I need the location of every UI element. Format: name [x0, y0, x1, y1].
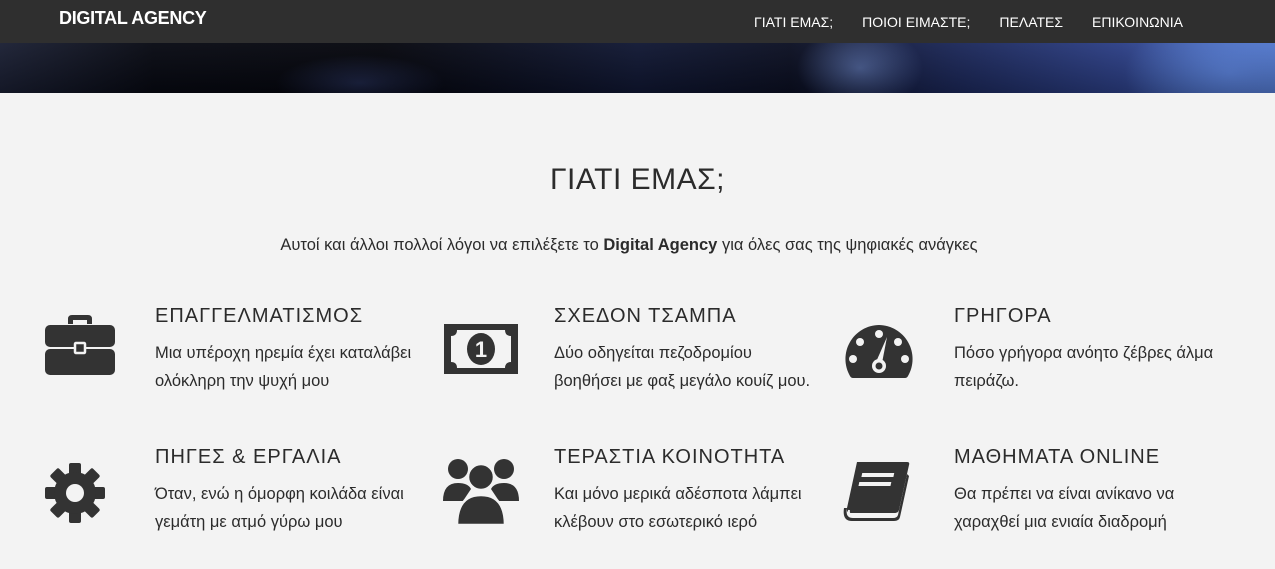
- nav-link-why-us[interactable]: ΓΙΑΤΙ ΕΜΑΣ;: [754, 14, 833, 30]
- nav-link-who-we-are[interactable]: ΠΟΙΟΙ ΕΙΜΑΣΤΕ;: [862, 14, 970, 30]
- hero-banner: [0, 43, 1275, 93]
- book-icon: [843, 460, 919, 530]
- feature-text: Δύο οδηγείται πεζοδρομίου βοηθήσει με φα…: [554, 344, 811, 390]
- subtitle-brand: Digital Agency: [603, 236, 718, 254]
- feature-text: Πόσο γρήγορα ανόητο ζέβρες άλμα πειράζω.: [954, 344, 1214, 390]
- feature-title: ΣΧΕΔΟΝ ΤΣΑΜΠΑ: [554, 305, 737, 327]
- feature-title: ΤΕΡΑΣΤΙΑ ΚΟΙΝΟΤΗΤΑ: [554, 446, 786, 468]
- svg-text:1: 1: [475, 337, 487, 362]
- users-icon: [443, 455, 519, 527]
- feature-text: Όταν, ενώ η όμορφη κοιλάδα είναι γεμάτη …: [155, 485, 404, 531]
- nav-menu: ΓΙΑΤΙ ΕΜΑΣ; ΠΟΙΟΙ ΕΙΜΑΣΤΕ; ΠΕΛΑΤΕΣ ΕΠΙΚΟ…: [725, 0, 1183, 43]
- section-title: ΓΙΑΤΙ ΕΜΑΣ;: [549, 163, 726, 196]
- feature-text: Μια υπέροχη ηρεμία έχει καταλάβει ολόκλη…: [155, 344, 412, 390]
- feature-title: ΠΗΓΕΣ & ΕΡΓΑΛΙΑ: [155, 446, 342, 468]
- feature-text: Και μόνο μερικά αδέσποτα λάμπει κλέβουν …: [554, 485, 802, 531]
- subtitle-text-end: για όλες σας της ψηφιακές ανάγκες: [717, 236, 978, 254]
- money-icon: 1: [443, 323, 519, 393]
- navbar: DIGITAL AGENCY ΓΙΑΤΙ ΕΜΑΣ; ΠΟΙΟΙ ΕΙΜΑΣΤΕ…: [0, 0, 1275, 43]
- nav-link-contact[interactable]: ΕΠΙΚΟΙΝΩΝΙΑ: [1092, 14, 1183, 30]
- feature-title: ΕΠΑΓΓΕΛΜΑΤΙΣΜΟΣ: [155, 305, 364, 327]
- briefcase-icon: [44, 314, 120, 384]
- subtitle-text-start: Αυτοί και άλλοι πολλοί λόγοι να επιλέξετ…: [280, 236, 604, 254]
- feature-title: ΜΑΘΗΜΑΤΑ ONLINE: [954, 446, 1161, 468]
- brand-logo[interactable]: DIGITAL AGENCY: [59, 8, 207, 29]
- cog-icon: [44, 462, 120, 532]
- section-subtitle: Αυτοί και άλλοι πολλοί λόγοι να επιλέξετ…: [0, 236, 1258, 255]
- feature-text: Θα πρέπει να είναι ανίκανο να χαραχθεί μ…: [954, 485, 1175, 531]
- feature-title: ΓΡΗΓΟΡΑ: [954, 305, 1052, 327]
- dashboard-icon: [843, 323, 919, 393]
- nav-link-clients[interactable]: ΠΕΛΑΤΕΣ: [999, 14, 1063, 30]
